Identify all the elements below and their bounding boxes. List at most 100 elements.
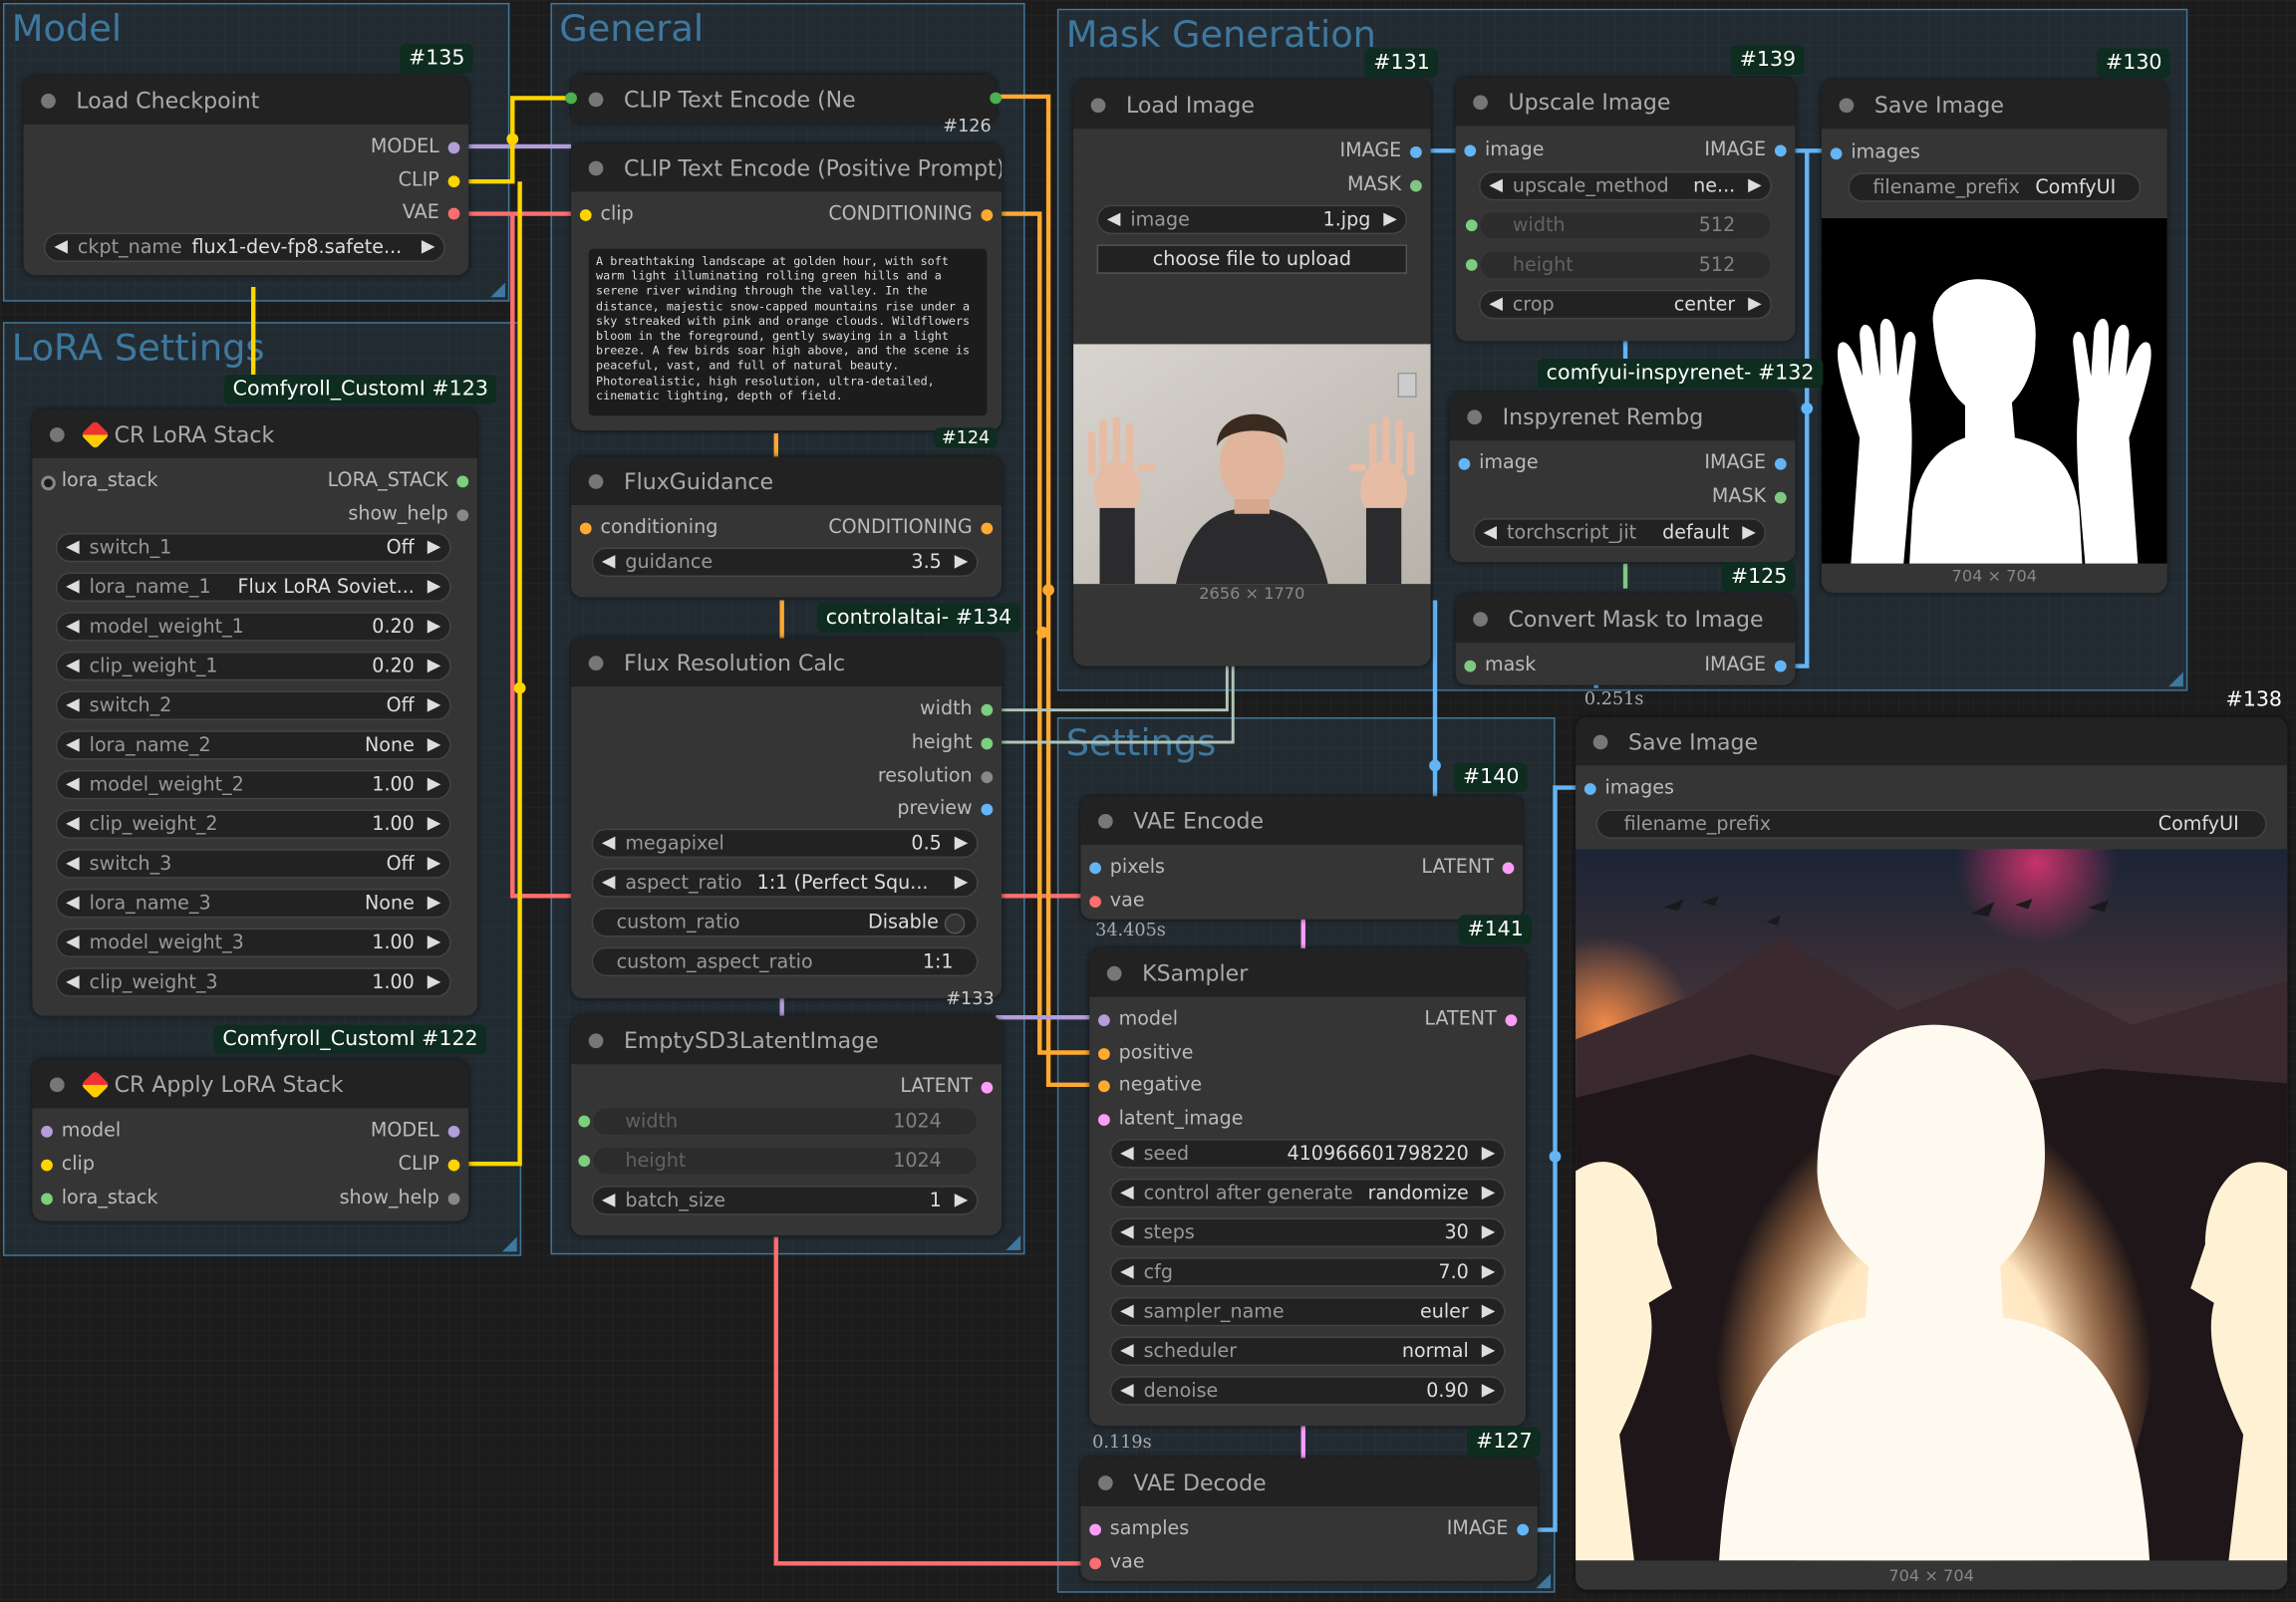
- model-weight-1-widget[interactable]: ◀ model_weight_1 0.20 ▶: [55, 612, 451, 642]
- scheduler-widget[interactable]: ◀ scheduler normal ▶: [1109, 1336, 1506, 1366]
- output-socket-image[interactable]: [1774, 457, 1787, 470]
- input-socket-width[interactable]: [578, 1115, 591, 1128]
- output-socket-height[interactable]: [981, 737, 994, 750]
- node-empty-sd3-latent-image[interactable]: EmptySD3LatentImage LATENT width 1024 hei…: [571, 1015, 1003, 1236]
- switch-3-widget[interactable]: ◀ switch_3 Off ▶: [55, 849, 451, 879]
- node-clip-text-encode-positive[interactable]: CLIP Text Encode (Positive Prompt) clip C…: [571, 143, 1003, 431]
- arrow-right-icon[interactable]: ▶: [955, 1189, 969, 1209]
- arrow-left-icon[interactable]: ◀: [66, 852, 80, 873]
- arrow-right-icon[interactable]: ▶: [428, 733, 441, 754]
- wire-clip[interactable]: [468, 96, 572, 184]
- custom-aspect-ratio-text[interactable]: custom_aspect_ratio 1:1: [591, 946, 979, 977]
- arrow-right-icon[interactable]: ▶: [1482, 1260, 1496, 1281]
- switch-1-widget[interactable]: ◀ switch_1 Off ▶: [55, 532, 451, 563]
- output-socket-latent[interactable]: [1505, 1014, 1518, 1027]
- arrow-right-icon[interactable]: ▶: [428, 536, 441, 557]
- input-socket-positive[interactable]: [1098, 1048, 1110, 1060]
- input-socket-height[interactable]: [578, 1155, 591, 1168]
- output-socket-show-help[interactable]: [456, 509, 469, 522]
- aspect-ratio-combo[interactable]: ◀ aspect_ratio 1:1 (Perfect Squ... ▶: [591, 868, 979, 898]
- arrow-left-icon[interactable]: ◀: [66, 892, 80, 913]
- clip-weight-2-widget[interactable]: ◀ clip_weight_2 1.00 ▶: [55, 809, 451, 839]
- arrow-left-icon[interactable]: ◀: [66, 615, 80, 636]
- lora-name-3-widget[interactable]: ◀ lora_name_3 None ▶: [55, 888, 451, 919]
- model-weight-3-widget[interactable]: ◀ model_weight_3 1.00 ▶: [55, 928, 451, 957]
- collapse-dot[interactable]: [588, 473, 604, 489]
- input-socket-image[interactable]: [1464, 144, 1477, 157]
- toggle-knob-icon[interactable]: [944, 913, 966, 934]
- node-inspyrenet-rembg[interactable]: Inspyrenet Rembg image IMAGE MASK ◀ torchs…: [1449, 392, 1796, 563]
- arrow-right-icon[interactable]: ▶: [428, 773, 441, 794]
- collapse-dot[interactable]: [588, 655, 604, 670]
- arrow-right-icon[interactable]: ▶: [428, 813, 441, 834]
- arrow-left-icon[interactable]: ◀: [66, 575, 80, 596]
- output-socket-model[interactable]: [447, 1125, 460, 1138]
- arrow-right-icon[interactable]: ▶: [428, 693, 441, 714]
- output-socket-mask[interactable]: [1774, 491, 1787, 504]
- input-socket-vae[interactable]: [1089, 896, 1101, 909]
- input-socket-pixels[interactable]: [1089, 862, 1101, 875]
- arrow-left-icon[interactable]: ◀: [66, 813, 80, 834]
- arrow-left-icon[interactable]: ◀: [66, 773, 80, 794]
- output-socket-image[interactable]: [1774, 660, 1787, 672]
- wire-width[interactable]: [996, 666, 1229, 712]
- arrow-left-icon[interactable]: ◀: [66, 693, 80, 714]
- choose-file-button[interactable]: choose file to upload: [1096, 244, 1408, 274]
- crop-combo[interactable]: ◀ crop center ▶: [1479, 289, 1772, 320]
- collapse-dot[interactable]: [1473, 94, 1488, 110]
- input-socket-latent-image[interactable]: [1098, 1114, 1110, 1126]
- output-socket-resolution[interactable]: [981, 771, 994, 784]
- arrow-right-icon[interactable]: ▶: [1482, 1142, 1496, 1163]
- arrow-right-icon[interactable]: ▶: [1482, 1379, 1496, 1400]
- filename-prefix-text[interactable]: filename_prefix ComfyUI: [1595, 809, 2267, 839]
- output-socket-show-help[interactable]: [447, 1193, 460, 1205]
- arrow-left-icon[interactable]: ◀: [66, 932, 80, 952]
- node-flux-resolution-calc[interactable]: Flux Resolution Calc width height resolu…: [571, 638, 1003, 999]
- output-socket-conditioning[interactable]: [981, 522, 994, 535]
- clip-weight-3-widget[interactable]: ◀ clip_weight_3 1.00 ▶: [55, 967, 451, 997]
- sampler-name-widget[interactable]: ◀ sampler_name euler ▶: [1109, 1296, 1506, 1327]
- arrow-right-icon[interactable]: ▶: [1482, 1182, 1496, 1202]
- arrow-right-icon[interactable]: ▶: [422, 236, 435, 257]
- input-socket-conditioning[interactable]: [579, 522, 592, 535]
- ckpt-name-combo[interactable]: ◀ ckpt_name flux1-dev-fp8.safete... ▶: [44, 232, 445, 263]
- guidance-number[interactable]: ◀ guidance 3.5 ▶: [591, 547, 979, 577]
- output-socket-width[interactable]: [981, 703, 994, 716]
- arrow-left-icon[interactable]: ◀: [1120, 1182, 1134, 1202]
- collapse-dot[interactable]: [1473, 611, 1488, 627]
- arrow-right-icon[interactable]: ▶: [1742, 521, 1756, 542]
- arrow-left-icon[interactable]: ◀: [66, 655, 80, 675]
- arrow-left-icon[interactable]: ◀: [66, 970, 80, 991]
- node-convert-mask-to-image[interactable]: Convert Mask to Image mask IMAGE: [1455, 594, 1796, 685]
- node-load-checkpoint[interactable]: Load Checkpoint MODEL CLIP VAE ◀ ckpt_nam…: [23, 76, 469, 276]
- arrow-left-icon[interactable]: ◀: [1489, 174, 1503, 195]
- clip-weight-1-widget[interactable]: ◀ clip_weight_1 0.20 ▶: [55, 651, 451, 681]
- steps-widget[interactable]: ◀ steps 30 ▶: [1109, 1217, 1506, 1247]
- collapse-dot[interactable]: [49, 1076, 65, 1092]
- torchscript-jit-combo[interactable]: ◀ torchscript_jit default ▶: [1473, 518, 1767, 548]
- collapse-dot[interactable]: [588, 159, 604, 175]
- node-flux-guidance[interactable]: FluxGuidance conditioning CONDITIONING ◀ g…: [571, 456, 1003, 598]
- arrow-right-icon[interactable]: ▶: [955, 832, 969, 853]
- node-save-image-result[interactable]: Save Image images filename_prefix ComfyUI: [1576, 717, 2288, 1590]
- collapse-dot[interactable]: [588, 1032, 604, 1048]
- arrow-left-icon[interactable]: ◀: [1120, 1340, 1134, 1361]
- arrow-left-icon[interactable]: ◀: [1120, 1220, 1134, 1241]
- arrow-right-icon[interactable]: ▶: [428, 852, 441, 873]
- node-ksampler[interactable]: KSampler model LATENT positive negative l…: [1089, 948, 1527, 1427]
- node-load-image[interactable]: Load Image IMAGE MASK ◀ image 1.jpg ▶ choos…: [1073, 80, 1431, 667]
- collapse-dot[interactable]: [41, 93, 56, 109]
- width-number-converted[interactable]: width 512: [1479, 210, 1772, 240]
- output-socket-conditioning[interactable]: [981, 209, 994, 221]
- megapixel-number[interactable]: ◀ megapixel 0.5 ▶: [591, 828, 979, 859]
- input-socket-clip[interactable]: [565, 92, 577, 105]
- collapse-dot[interactable]: [1106, 965, 1122, 980]
- input-socket-model[interactable]: [41, 1125, 53, 1138]
- image-file-combo[interactable]: ◀ image 1.jpg ▶: [1096, 204, 1408, 235]
- input-socket-lora-stack[interactable]: [41, 1193, 53, 1205]
- filename-prefix-text[interactable]: filename_prefix ComfyUI: [1848, 172, 2142, 202]
- lora-name-1-widget[interactable]: ◀ lora_name_1 Flux LoRA Soviet... ▶: [55, 572, 451, 602]
- height-number-converted[interactable]: height 1024: [591, 1146, 979, 1176]
- height-number-converted[interactable]: height 512: [1479, 250, 1772, 280]
- input-socket-vae[interactable]: [1089, 1557, 1101, 1570]
